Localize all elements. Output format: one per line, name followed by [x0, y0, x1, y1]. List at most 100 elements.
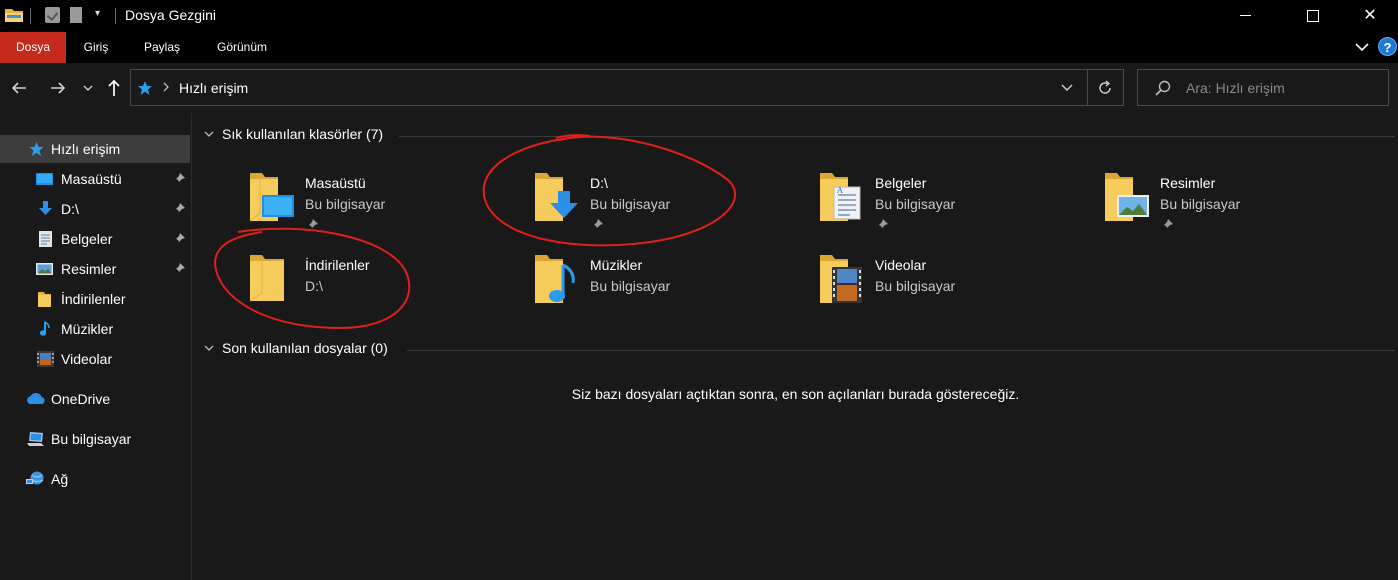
video-folder-icon [820, 255, 862, 303]
section-title: Son kullanılan dosyalar (0) [222, 340, 388, 356]
sidebar-item-label: Ağ [51, 471, 69, 487]
sidebar-item-music[interactable]: Müzikler [0, 315, 190, 343]
sidebar-item-documents[interactable]: Belgeler [0, 225, 190, 253]
pictures-folder-icon [1105, 173, 1149, 221]
download-arrow-icon [39, 201, 52, 215]
pin-icon[interactable] [172, 172, 186, 186]
back-arrow-icon[interactable] [8, 77, 30, 99]
folder-tile-videos[interactable]: Videolar Bu bilgisayar [818, 251, 1078, 329]
cloud-icon [27, 392, 45, 404]
sidebar-item-label: Hızlı erişim [51, 141, 121, 157]
pin-icon [876, 219, 888, 231]
folder-tile-documents[interactable]: A Belgeler Bu bilgisayar [818, 169, 1078, 247]
address-row: Hızlı erişim [0, 63, 1398, 113]
close-button[interactable]: ✕ [1347, 0, 1393, 32]
sidebar-item-d-drive[interactable]: D:\ [0, 195, 190, 223]
folder-tile-desktop[interactable]: Masaüstü Bu bilgisayar [248, 169, 508, 247]
chevron-down-icon[interactable] [1059, 81, 1075, 95]
folder-location: Bu bilgisayar [305, 196, 386, 212]
forward-arrow-icon[interactable] [47, 77, 69, 99]
sidebar-item-quick-access[interactable]: Hızlı erişim [0, 135, 190, 163]
pin-icon [306, 219, 318, 231]
folder-location: Bu bilgisayar [875, 196, 956, 212]
sidebar-item-onedrive[interactable]: OneDrive [0, 385, 190, 413]
folder-name: Masaüstü [305, 175, 366, 191]
sidebar-item-videos[interactable]: Videolar [0, 345, 190, 373]
folder-tile-d-drive[interactable]: D:\ Bu bilgisayar [533, 169, 793, 247]
new-folder-icon[interactable] [70, 7, 82, 23]
sidebar-item-network[interactable]: Ağ [0, 465, 190, 493]
film-icon [37, 351, 54, 367]
tab-home[interactable]: Giriş [70, 32, 122, 63]
title-bar: ▾ Dosya Gezgini ✕ [0, 0, 1398, 32]
download-folder-icon [535, 173, 578, 221]
folder-name: Resimler [1160, 175, 1216, 191]
folder-name: İndirilenler [305, 257, 370, 273]
star-icon [29, 142, 44, 156]
documents-icon [39, 231, 52, 247]
tab-view[interactable]: Görünüm [204, 32, 280, 63]
folder-tile-pictures[interactable]: Resimler Bu bilgisayar [1103, 169, 1363, 247]
section-title: Sık kullanılan klasörler (7) [222, 126, 384, 142]
folder-location: Bu bilgisayar [875, 278, 956, 294]
svg-text:A: A [836, 186, 843, 195]
maximize-button[interactable] [1290, 0, 1336, 32]
sidebar-item-downloads[interactable]: İndirilenler [0, 285, 190, 313]
folder-icon [38, 292, 51, 307]
expand-ribbon-icon[interactable] [1354, 39, 1370, 55]
toolbar-divider [30, 8, 31, 24]
pin-icon[interactable] [172, 232, 186, 246]
frequent-folders-header[interactable]: Sık kullanılan klasörler (7) [203, 125, 1398, 145]
folder-location: D:\ [305, 278, 323, 294]
computer-icon [27, 432, 44, 446]
search-icon [1155, 80, 1171, 96]
tab-file[interactable]: Dosya [0, 32, 66, 63]
chevron-right-icon[interactable] [161, 79, 171, 95]
properties-icon[interactable] [45, 7, 60, 23]
sidebar-item-label: OneDrive [51, 391, 111, 407]
sidebar-item-label: Müzikler [61, 321, 114, 337]
folder-name: Belgeler [875, 175, 927, 191]
address-path: Hızlı erişim [179, 80, 249, 96]
section-divider [407, 350, 1395, 351]
up-arrow-icon[interactable] [103, 77, 125, 99]
search-input[interactable] [1186, 77, 1376, 99]
folder-location: Bu bilgisayar [590, 278, 671, 294]
folder-icon[interactable] [5, 7, 23, 22]
folder-name: Müzikler [590, 257, 643, 273]
qat-dropdown-icon[interactable]: ▾ [95, 8, 100, 19]
recent-dropdown-icon[interactable] [80, 77, 96, 99]
tab-share[interactable]: Paylaş [134, 32, 190, 63]
pictures-icon [36, 263, 53, 275]
address-bar[interactable]: Hızlı erişim [130, 69, 1124, 106]
sidebar-item-this-pc[interactable]: Bu bilgisayar [0, 425, 190, 453]
sidebar-item-label: Belgeler [61, 231, 113, 247]
folder-name: Videolar [875, 257, 927, 273]
folder-location: Bu bilgisayar [590, 196, 671, 212]
folder-icon [249, 255, 284, 302]
music-note-icon [39, 321, 50, 336]
chevron-down-icon[interactable] [203, 343, 215, 353]
folder-tile-music[interactable]: Müzikler Bu bilgisayar [533, 251, 793, 329]
pin-icon[interactable] [172, 262, 186, 276]
chevron-down-icon[interactable] [203, 129, 215, 139]
navigation-pane[interactable]: Hızlı erişim Masaüstü D:\ Belgeler Resim… [0, 113, 192, 580]
desktop-icon [36, 173, 53, 185]
recent-files-header[interactable]: Son kullanılan dosyalar (0) [203, 339, 1398, 359]
help-button[interactable]: ? [1378, 37, 1397, 56]
sidebar-item-label: İndirilenler [61, 291, 126, 307]
documents-folder-icon: A [820, 173, 861, 221]
desktop-folder-icon [249, 173, 294, 222]
sidebar-item-desktop[interactable]: Masaüstü [0, 165, 190, 193]
folder-tile-downloads[interactable]: İndirilenler D:\ [248, 251, 508, 329]
search-box[interactable] [1137, 69, 1389, 106]
sidebar-item-label: Videolar [61, 351, 113, 367]
refresh-icon[interactable] [1096, 79, 1114, 97]
sidebar-item-pictures[interactable]: Resimler [0, 255, 190, 283]
music-folder-icon [535, 255, 575, 303]
ribbon-tabs: Dosya Giriş Paylaş Görünüm ? [0, 32, 1398, 63]
minimize-button[interactable] [1223, 0, 1269, 32]
sidebar-item-label: D:\ [61, 201, 79, 217]
toolbar-divider [115, 8, 116, 24]
pin-icon[interactable] [172, 202, 186, 216]
